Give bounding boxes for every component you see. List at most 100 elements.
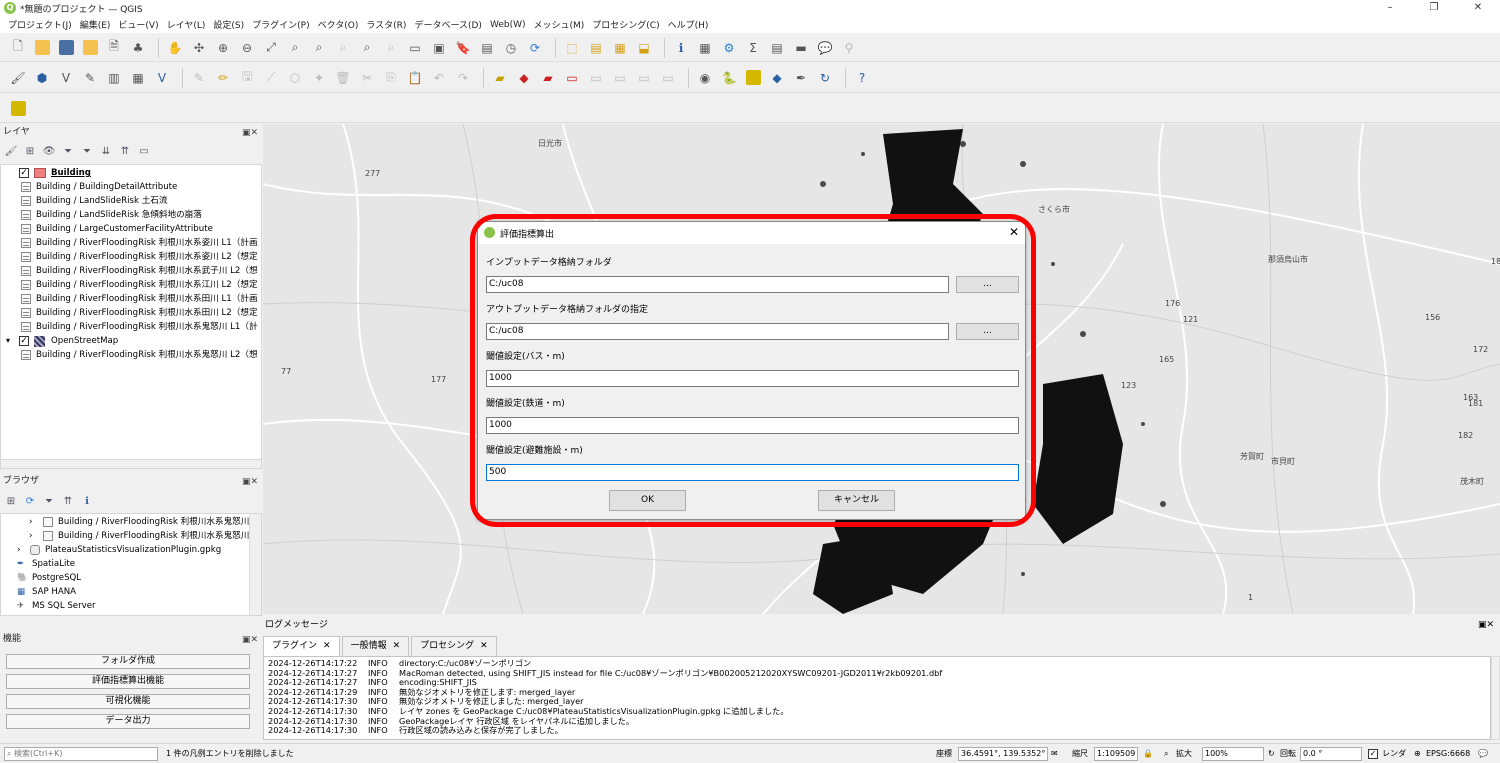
toggle-editing-icon[interactable]: ✏: [213, 68, 233, 88]
rotation-field[interactable]: 0.0 °: [1300, 747, 1362, 761]
undo-icon[interactable]: ↶: [429, 68, 449, 88]
select-features-icon[interactable]: ⬚: [562, 38, 582, 58]
close-tab-icon[interactable]: ✕: [480, 641, 488, 651]
vertex-tool-icon[interactable]: ⬡: [285, 68, 305, 88]
label-toolbar-icon[interactable]: ▰: [490, 68, 510, 88]
data-source-manager-icon[interactable]: 🖌: [8, 68, 28, 88]
browser-item[interactable]: ▦ SAP HANA: [1, 585, 251, 599]
pan-icon[interactable]: ✋: [165, 38, 185, 58]
browser-item[interactable]: ✈ MS SQL Server: [1, 599, 251, 613]
cancel-button[interactable]: キャンセル: [818, 490, 895, 511]
browser-item[interactable]: › Building / RiverFloodingRisk 利根川水系鬼怒川: [1, 529, 251, 543]
output-folder-field[interactable]: C:/uc08: [486, 323, 949, 340]
filter-browser-icon[interactable]: ⏷: [42, 494, 56, 508]
layer-item[interactable]: ▾ ✓ OpenStreetMap: [1, 334, 261, 348]
data-export-button[interactable]: データ出力: [6, 714, 250, 729]
change-label-icon[interactable]: ▭: [634, 68, 654, 88]
layer-item[interactable]: Building / RiverFloodingRisk 利根川水系姿川 L1（…: [1, 236, 261, 250]
move-label-icon[interactable]: ▭: [586, 68, 606, 88]
filter-expression-icon[interactable]: ⏷: [80, 144, 94, 158]
zoom-next-icon[interactable]: ⌕: [381, 38, 401, 58]
new-bookmark-icon[interactable]: 🔖: [453, 38, 473, 58]
add-vector-icon[interactable]: V: [152, 68, 172, 88]
temporal-controller-icon[interactable]: ◷: [501, 38, 521, 58]
input-folder-field[interactable]: C:/uc08: [486, 276, 949, 293]
menu-project[interactable]: プロジェクト(J): [4, 18, 76, 31]
save-project-icon[interactable]: [56, 38, 76, 58]
new-project-icon[interactable]: 🗋: [8, 38, 28, 58]
menu-web[interactable]: Web(W): [486, 20, 530, 30]
layer-item[interactable]: Building / BuildingDetailAttribute: [1, 180, 261, 194]
delete-selected-icon[interactable]: 🗑: [333, 68, 353, 88]
menu-raster[interactable]: ラスタ(R): [362, 18, 410, 31]
menu-vector[interactable]: ベクタ(O): [314, 18, 363, 31]
remove-layer-icon[interactable]: ▭: [137, 144, 151, 158]
expand-arrow-icon[interactable]: ›: [29, 515, 32, 529]
layer-tree-hscrollbar[interactable]: [0, 459, 262, 469]
zoom-layer-icon[interactable]: ⌕: [309, 38, 329, 58]
filter-legend-icon[interactable]: ⏷: [61, 144, 75, 158]
plugin-wand-icon[interactable]: ✒: [791, 68, 811, 88]
collapse-arrow-icon[interactable]: ▾: [6, 334, 10, 348]
help-icon[interactable]: ?: [852, 68, 872, 88]
input-folder-browse-button[interactable]: ...: [956, 276, 1019, 293]
current-edits-icon[interactable]: ✎: [189, 68, 209, 88]
pin-labels-icon[interactable]: ▰: [538, 68, 558, 88]
menu-mesh[interactable]: メッシュ(M): [530, 18, 589, 31]
browser-item[interactable]: › PlateauStatisticsVisualizationPlugin.gp…: [1, 543, 251, 557]
browser-item[interactable]: › Building / RiverFloodingRisk 利根川水系鬼怒川: [1, 515, 251, 529]
dialog-close-icon[interactable]: ✕: [1009, 225, 1019, 239]
collapse-browser-icon[interactable]: ⇈: [61, 494, 75, 508]
layer-visibility-checkbox[interactable]: ✓: [19, 336, 29, 346]
expand-arrow-icon[interactable]: ›: [17, 543, 20, 557]
layer-item[interactable]: Building / LandSlideRisk 急傾斜地の崩落: [1, 208, 261, 222]
close-tab-icon[interactable]: ✕: [323, 641, 331, 651]
crs-globe-icon[interactable]: ⊕: [1414, 747, 1421, 760]
digitize-icon[interactable]: ✎: [80, 68, 100, 88]
layer-item[interactable]: Building / RiverFloodingRisk 利根川水系鬼怒川 L2…: [1, 348, 261, 362]
evaluation-index-button[interactable]: 評価指標算出機能: [6, 674, 250, 689]
new-geopackage-icon[interactable]: ⬢: [32, 68, 52, 88]
browser-item[interactable]: ✒ SpatiaLite: [1, 557, 251, 571]
locator-icon[interactable]: ⚲: [839, 38, 859, 58]
zoom-full-icon[interactable]: ⤢: [261, 38, 281, 58]
deselect-icon[interactable]: ▦: [610, 38, 630, 58]
layer-item[interactable]: Building / LargeCustomerFacilityAttribut…: [1, 222, 261, 236]
paste-features-icon[interactable]: 📋: [405, 68, 425, 88]
open-styling-icon[interactable]: 🖌: [4, 144, 18, 158]
manage-visibility-icon[interactable]: 👁: [42, 144, 56, 158]
lock-scale-icon[interactable]: 🔒: [1143, 747, 1153, 760]
redo-icon[interactable]: ↷: [453, 68, 473, 88]
new-3d-map-icon[interactable]: ▣: [429, 38, 449, 58]
restore-button[interactable]: ❐: [1412, 0, 1456, 16]
collapse-all-icon[interactable]: ⇈: [118, 144, 132, 158]
rail-threshold-field[interactable]: 1000: [486, 417, 1019, 434]
print-layout-icon[interactable]: 🗎: [104, 38, 124, 58]
layer-item[interactable]: Building / RiverFloodingRisk 利根川水系田川 L1（…: [1, 292, 261, 306]
attribute-table-icon[interactable]: ▦: [695, 38, 715, 58]
add-selected-icon[interactable]: ⊞: [4, 494, 18, 508]
panel-float-close-icon[interactable]: ▣✕: [242, 633, 258, 647]
style-manager-icon[interactable]: ♣: [128, 38, 148, 58]
menu-database[interactable]: データベース(D): [410, 18, 486, 31]
cut-features-icon[interactable]: ✂: [357, 68, 377, 88]
properties-icon[interactable]: ℹ: [80, 494, 94, 508]
add-group-icon[interactable]: ⊞: [23, 144, 37, 158]
plateau-statistics-plugin-icon[interactable]: [8, 98, 28, 118]
tab-plugins[interactable]: プラグイン ✕: [263, 636, 340, 656]
copy-features-icon[interactable]: ⎘: [381, 68, 401, 88]
layer-item[interactable]: Building / RiverFloodingRisk 利根川水系田川 L2（…: [1, 306, 261, 320]
expand-all-icon[interactable]: ⇊: [99, 144, 113, 158]
open-field-calc-icon[interactable]: ▤: [767, 38, 787, 58]
panel-float-close-icon[interactable]: ▣✕: [242, 126, 258, 140]
bus-threshold-field[interactable]: 1000: [486, 370, 1019, 387]
messages-icon[interactable]: 💬: [1478, 747, 1488, 760]
zoom-out-icon[interactable]: ⊖: [237, 38, 257, 58]
zoom-selection-icon[interactable]: ⌕: [285, 38, 305, 58]
tab-general[interactable]: 一般情報 ✕: [341, 636, 410, 656]
render-checkbox[interactable]: ✓: [1368, 749, 1378, 759]
zoom-native-icon[interactable]: ⌕: [333, 38, 353, 58]
browser-item[interactable]: 🐘 PostgreSQL: [1, 571, 251, 585]
coordinate-field[interactable]: 36.4591°, 139.5352°: [958, 747, 1048, 761]
close-tab-icon[interactable]: ✕: [393, 641, 401, 651]
